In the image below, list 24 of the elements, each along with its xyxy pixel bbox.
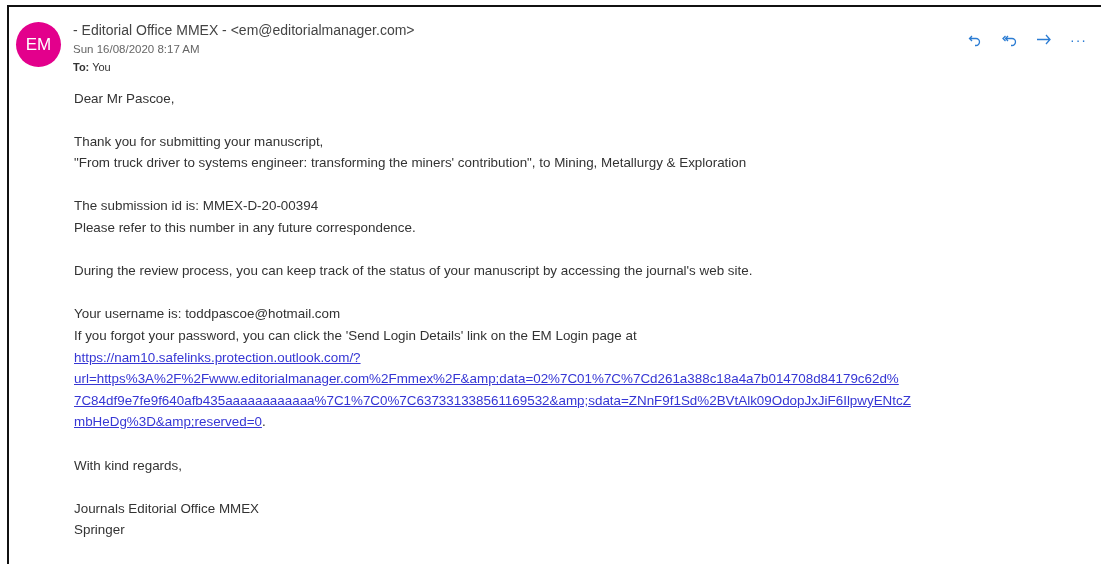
- text-line: Springer: [74, 521, 125, 540]
- link-line[interactable]: url=https%3A%2F%2Fwww.editorialmanager.com%2Fmmex%2F&amp;data=02%7C01%7C%7Cd261a388c18a4a7b014708d84179c62d%: [74, 371, 899, 387]
- punctuation: .: [261, 414, 266, 430]
- sender-line: - Editorial Office MMEX - <em@editorialmanager.com>: [73, 21, 416, 39]
- text-line: If you forgot your password, you can click the 'Send Login Details' link on the EM Login page at: [74, 327, 637, 346]
- text-line: Your username is: toddpascoe@hotmail.com: [74, 305, 341, 324]
- text-line: Please refer to this number in any future correspondence.: [74, 219, 416, 238]
- text-line: Thank you for submitting your manuscript,: [74, 132, 324, 151]
- forward-icon: [1036, 33, 1052, 47]
- link-line[interactable]: mbHeDg%3D&amp;reserved=0: [74, 414, 262, 430]
- text-line: With kind regards,: [74, 456, 182, 475]
- to-label: To:: [73, 61, 90, 73]
- avatar: EM: [16, 22, 61, 67]
- more-button[interactable]: ···: [1068, 31, 1089, 49]
- text-line: The submission id is: MMEX-D-20-00394: [74, 197, 319, 216]
- text-line: "From truck driver to systems engineer: transforming the miners' contribution", to Mining, Metallurgy & Exploration: [74, 154, 747, 173]
- recipient: You: [92, 61, 111, 73]
- reply-all-icon: [1002, 33, 1018, 47]
- link-line[interactable]: 7C84df9e7fe9f640afb435aaaaaaaaaaaa%7C1%7C0%7C637331338561169532&amp;sdata=ZNnF9f1Sd%2BVtAlk09OdopJxJiF6IlpwyENtcZ: [74, 392, 911, 408]
- link-line[interactable]: https://nam10.safelinks.protection.outlook.com/?: [74, 349, 361, 365]
- date-time: Sun 16/08/2020 8:17 AM: [73, 42, 201, 57]
- text-line: During the review process, you can keep track of the status of your manuscript by accessing the journal's web site.: [74, 262, 753, 281]
- text-line: Dear Mr Pascoe,: [74, 89, 175, 108]
- text-line: Journals Editorial Office MMEX: [74, 499, 260, 518]
